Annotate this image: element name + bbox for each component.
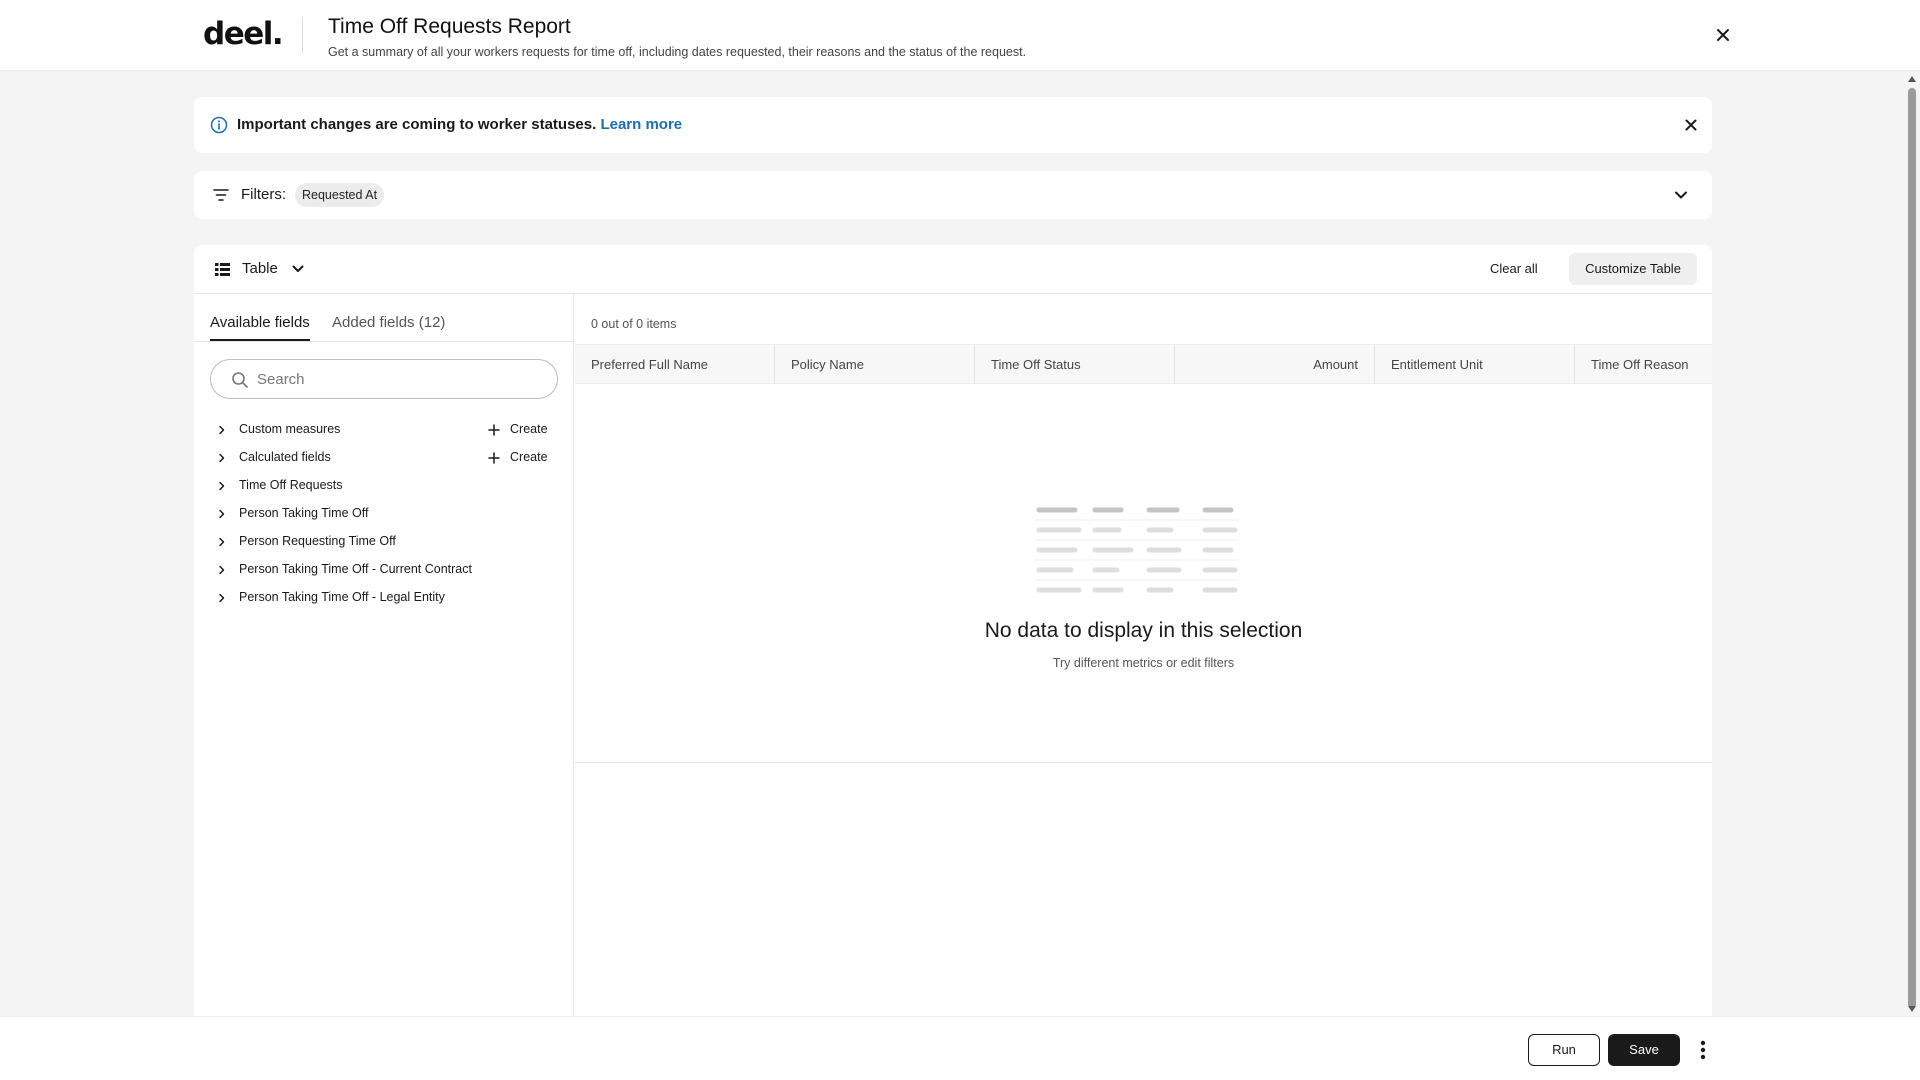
tabs-divider <box>194 341 574 342</box>
filter-icon <box>213 189 229 201</box>
field-group-legal-entity[interactable]: Person Taking Time Off - Legal Entity <box>194 584 574 612</box>
field-group-person-requesting-time-off[interactable]: Person Requesting Time Off <box>194 528 574 556</box>
field-group-label: Person Taking Time Off - Legal Entity <box>239 590 445 604</box>
customize-table-button[interactable]: Customize Table <box>1569 253 1697 285</box>
field-group-label: Custom measures <box>239 422 341 436</box>
items-count: 0 out of 0 items <box>591 317 677 331</box>
page-title: Time Off Requests Report <box>328 15 571 38</box>
deel-logo[interactable]: deel. <box>203 16 284 52</box>
chevron-right-icon <box>219 565 225 575</box>
search-icon <box>232 372 248 388</box>
plus-icon <box>488 424 500 436</box>
chevron-right-icon <box>219 537 225 547</box>
field-group-label: Time Off Requests <box>239 478 343 492</box>
page-scrollbar[interactable] <box>1904 72 1920 1016</box>
create-label: Create <box>510 450 548 464</box>
empty-table-illustration <box>1035 507 1239 593</box>
field-group-label: Person Requesting Time Off <box>239 534 396 548</box>
field-group-label: Calculated fields <box>239 450 331 464</box>
tab-added-fields[interactable]: Added fields (12) <box>332 314 445 331</box>
column-header-time-off-reason[interactable]: Time Off Reason <box>1575 345 1712 384</box>
plus-icon <box>488 452 500 464</box>
chevron-down-icon <box>292 265 304 272</box>
clear-all-button[interactable]: Clear all <box>1490 261 1538 276</box>
column-header-entitlement-unit[interactable]: Entitlement Unit <box>1375 345 1575 384</box>
column-header-amount[interactable]: Amount <box>1175 345 1375 384</box>
field-groups-list: Custom measures Create Calculated fields… <box>194 416 574 612</box>
field-group-person-taking-time-off[interactable]: Person Taking Time Off <box>194 500 574 528</box>
chevron-right-icon <box>219 593 225 603</box>
chevron-down-icon <box>1675 191 1687 199</box>
field-group-current-contract[interactable]: Person Taking Time Off - Current Contrac… <box>194 556 574 584</box>
action-bar: Run Save <box>0 1016 1920 1080</box>
filters-bar: Filters: Requested At <box>194 171 1712 219</box>
fields-panel: Available fields Added fields (12) Custo… <box>194 294 574 1071</box>
report-toolbar: Table Clear all Customize Table <box>194 245 1712 294</box>
close-report-button[interactable] <box>1710 22 1736 48</box>
banner-message: Important changes are coming to worker s… <box>237 116 682 133</box>
header-divider <box>302 17 303 53</box>
chevron-right-icon <box>219 453 225 463</box>
learn-more-link[interactable]: Learn more <box>600 116 682 133</box>
table-icon <box>215 263 230 276</box>
field-group-label: Person Taking Time Off <box>239 506 369 520</box>
close-icon <box>1685 119 1697 131</box>
results-table-area: 0 out of 0 items Preferred Full Name Pol… <box>575 294 1712 763</box>
scroll-down-arrow-icon[interactable] <box>1908 1006 1916 1012</box>
close-icon <box>1717 29 1729 41</box>
report-builder-card: Table Clear all Customize Table Availabl… <box>194 245 1712 1071</box>
chevron-right-icon <box>219 509 225 519</box>
column-header-time-off-status[interactable]: Time Off Status <box>975 345 1175 384</box>
expand-filters-button[interactable] <box>1670 184 1692 206</box>
table-header: Preferred Full Name Policy Name Time Off… <box>575 344 1712 384</box>
save-button[interactable]: Save <box>1608 1034 1680 1066</box>
chevron-right-icon <box>219 481 225 491</box>
notice-banner: Important changes are coming to worker s… <box>194 97 1712 153</box>
field-search-input[interactable] <box>257 368 547 390</box>
view-selector-toggle[interactable] <box>288 259 308 279</box>
tab-available-fields[interactable]: Available fields <box>210 314 310 331</box>
info-icon <box>210 116 228 134</box>
empty-state-subtitle: Try different metrics or edit filters <box>1052 656 1235 670</box>
field-search-box <box>210 359 558 399</box>
field-group-label: Person Taking Time Off - Current Contrac… <box>239 562 472 576</box>
page-subtitle: Get a summary of all your workers reques… <box>328 45 1027 59</box>
field-group-calculated-fields[interactable]: Calculated fields Create <box>194 444 574 472</box>
dismiss-banner-button[interactable] <box>1680 114 1702 136</box>
run-button[interactable]: Run <box>1528 1034 1600 1066</box>
banner-text: Important changes are coming to worker s… <box>237 116 597 133</box>
top-bar: deel. Time Off Requests Report Get a sum… <box>0 0 1920 71</box>
empty-state-title: No data to display in this selection <box>984 619 1303 642</box>
column-header-preferred-full-name[interactable]: Preferred Full Name <box>575 345 775 384</box>
filters-label: Filters: <box>241 186 286 203</box>
create-label: Create <box>510 422 548 436</box>
filter-chip-requested-at[interactable]: Requested At <box>295 183 385 207</box>
scrollbar-thumb[interactable] <box>1908 88 1916 1008</box>
view-selector[interactable]: Table <box>242 260 278 277</box>
more-options-button[interactable] <box>1693 1037 1713 1063</box>
chevron-right-icon <box>219 425 225 435</box>
column-header-policy-name[interactable]: Policy Name <box>775 345 975 384</box>
scroll-up-arrow-icon[interactable] <box>1908 76 1916 82</box>
field-group-time-off-requests[interactable]: Time Off Requests <box>194 472 574 500</box>
field-group-custom-measures[interactable]: Custom measures Create <box>194 416 574 444</box>
more-vertical-icon <box>1700 1040 1706 1060</box>
